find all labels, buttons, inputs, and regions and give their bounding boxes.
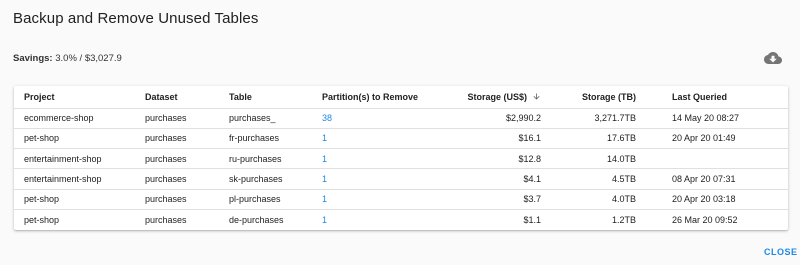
cell-partitions: 38 xyxy=(322,108,432,129)
cell-project: ecommerce-shop xyxy=(14,108,145,129)
savings-label: Savings: xyxy=(13,53,53,64)
cell-partitions: 1 xyxy=(322,209,432,229)
table-row: entertainment-shop purchases ru-purchases 1… xyxy=(14,148,788,170)
cell-dataset: purchases xyxy=(145,189,229,210)
cell-storage-tb: 17.6TB xyxy=(541,128,636,150)
cell-dataset: purchases xyxy=(145,108,229,129)
cell-table: sk-purchases xyxy=(229,168,322,190)
partitions-link[interactable]: 1 xyxy=(322,174,327,184)
cell-storage-tb: 1.2TB xyxy=(611,214,636,225)
cell-last-queried: 20 Apr 20 03:18 xyxy=(636,189,788,210)
cell-dataset: purchases xyxy=(145,128,229,150)
arrow-down-icon xyxy=(533,93,540,100)
column-header-project: Project xyxy=(14,86,145,109)
cell-table: de-purchases xyxy=(229,214,284,225)
download-button[interactable] xyxy=(763,49,783,67)
cell-last-queried: 26 Mar 20 09:52 xyxy=(672,214,738,225)
cell-last-queried: 08 Apr 20 07:31 xyxy=(636,168,788,190)
partitions-link[interactable]: 1 xyxy=(322,215,327,225)
table-row: entertainment-shop purchases sk-purchases 1… xyxy=(14,168,788,190)
cell-table: fr-purchases xyxy=(229,128,322,150)
column-header-storage-tb: Storage (TB) xyxy=(541,86,636,109)
cell-project: pet-shop xyxy=(24,214,60,225)
column-header-table: Table xyxy=(229,86,322,109)
dialog-title: Backup and Remove Unused Tables xyxy=(13,10,259,27)
table-row: pet-shop purchases fr-purchases 1 $16.1 17.6T… xyxy=(14,128,788,150)
cell-project: pet-shop xyxy=(14,128,145,150)
cell-partitions: 1 xyxy=(322,128,432,150)
cell-last-queried: 20 Apr 20 01:49 xyxy=(636,128,788,150)
cell-storage-usd: $1.1 xyxy=(523,214,541,225)
column-header-last-queried: Last Queried xyxy=(636,86,788,109)
column-header-dataset: Dataset xyxy=(145,86,229,109)
tables-card: Project Dataset Table Partition(s) to Re… xyxy=(14,86,788,230)
cell-table: ru-purchases xyxy=(229,148,322,170)
table-row: pet-shop purchases pl-purchases 1 $3.7 4.0TB 2… xyxy=(14,189,788,210)
table-header-row: Project Dataset Table Partition(s) to Re… xyxy=(14,86,788,109)
cell-storage-usd: $3.7 xyxy=(432,189,541,210)
cell-storage-tb: 14.0TB xyxy=(541,148,636,170)
cell-storage-usd: $4.1 xyxy=(432,168,541,190)
cell-dataset: purchases xyxy=(145,214,187,225)
column-header-partitions: Partition(s) to Remove xyxy=(322,86,432,109)
cell-storage-tb: 4.5TB xyxy=(541,168,636,190)
partitions-link[interactable]: 1 xyxy=(322,133,327,143)
cell-dataset: purchases xyxy=(145,148,229,170)
cell-project: pet-shop xyxy=(14,189,145,210)
cell-partitions: 1 xyxy=(322,189,432,210)
table-row: pet-shop purchases de-purchases 1 $1.1 1.2TB 2… xyxy=(14,209,788,229)
cell-storage-tb: 3,271.7TB xyxy=(541,108,636,129)
unused-tables-table: Project Dataset Table Partition(s) to Re… xyxy=(14,86,788,230)
table-row: ecommerce-shop purchases purchases_ 38 $2,99… xyxy=(14,108,788,129)
savings-summary: Savings: 3.0% / $3,027.9 xyxy=(13,53,122,64)
partitions-link[interactable]: 1 xyxy=(322,194,327,204)
column-header-storage-usd[interactable]: Storage (US$) xyxy=(432,86,541,109)
cell-last-queried: 14 May 20 08:27 xyxy=(636,108,788,129)
partitions-link[interactable]: 38 xyxy=(322,113,332,123)
cell-table: purchases_ xyxy=(229,108,322,129)
cloud-download-icon xyxy=(764,52,782,64)
cell-storage-usd: $12.8 xyxy=(432,148,541,170)
cell-storage-usd: $16.1 xyxy=(432,128,541,150)
cell-storage-usd: $2,990.2 xyxy=(432,108,541,129)
savings-value: 3.0% / $3,027.9 xyxy=(55,53,122,64)
cell-partitions: 1 xyxy=(322,168,432,190)
cell-storage-tb: 4.0TB xyxy=(541,189,636,210)
cell-project: entertainment-shop xyxy=(14,168,145,190)
cell-dataset: purchases xyxy=(145,168,229,190)
column-header-storage-usd-label: Storage (US$) xyxy=(467,91,527,102)
cell-project: entertainment-shop xyxy=(14,148,145,170)
close-button[interactable]: CLOSE xyxy=(764,247,798,257)
cell-table: pl-purchases xyxy=(229,189,322,210)
cell-partitions: 1 xyxy=(322,148,432,170)
partitions-link[interactable]: 1 xyxy=(322,154,327,164)
cell-last-queried xyxy=(636,148,788,170)
